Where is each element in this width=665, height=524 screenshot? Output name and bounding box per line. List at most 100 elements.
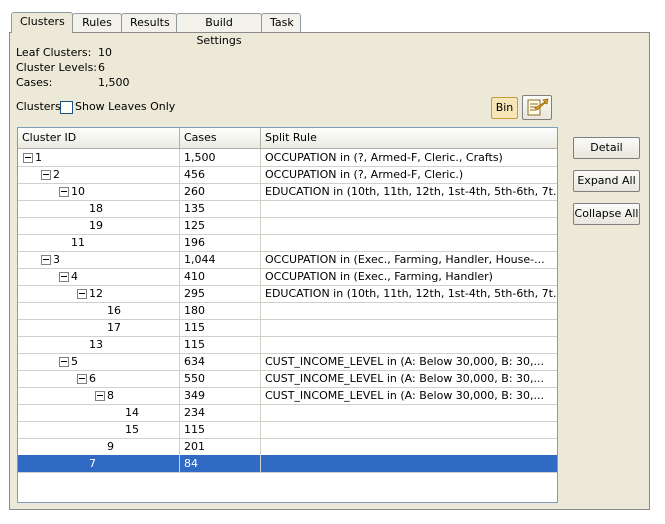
split-rule-cell bbox=[261, 421, 557, 438]
cases-cell: 125 bbox=[180, 217, 261, 234]
cluster-id: 4 bbox=[71, 270, 78, 283]
cases-cell: 260 bbox=[180, 183, 261, 200]
split-rule-cell: CUST_INCOME_LEVEL in (A: Below 30,000, B… bbox=[265, 389, 545, 402]
cluster-id: 15 bbox=[125, 423, 139, 436]
cluster-id-cell: 8 bbox=[18, 387, 180, 404]
cases-cell: 349 bbox=[180, 387, 261, 404]
table-row[interactable]: 3 1,044 OCCUPATION in (Exec., Farming, Han… bbox=[18, 251, 557, 269]
split-rule-cell bbox=[261, 302, 557, 319]
split-rule-cell bbox=[261, 319, 557, 336]
cluster-levels-value: 6 bbox=[98, 61, 105, 74]
cases-cell: 234 bbox=[180, 404, 261, 421]
table-row[interactable]: 15 115 bbox=[18, 421, 557, 439]
table-row[interactable]: 12 295 EDUCATION in (10th, 11th, 12th, 1st… bbox=[18, 285, 557, 303]
cluster-id: 18 bbox=[89, 202, 103, 215]
cluster-id: 11 bbox=[71, 236, 85, 249]
leaf-clusters-value: 10 bbox=[98, 46, 112, 59]
cluster-id: 9 bbox=[107, 440, 114, 453]
table-row[interactable]: 18 135 bbox=[18, 200, 557, 218]
collapse-icon[interactable] bbox=[77, 289, 87, 299]
table-row[interactable]: 11 196 bbox=[18, 234, 557, 252]
cluster-id: 1 bbox=[35, 151, 42, 164]
split-rule-cell: OCCUPATION in (Exec., Farming, Handler) bbox=[265, 270, 493, 283]
cases-cell: 135 bbox=[180, 200, 261, 217]
column-header-split-rule[interactable]: Split Rule bbox=[261, 128, 557, 148]
cluster-id-cell: 2 bbox=[18, 166, 180, 183]
cluster-id: 19 bbox=[89, 219, 103, 232]
cluster-id: 5 bbox=[71, 355, 78, 368]
cluster-id: 6 bbox=[89, 372, 96, 385]
expand-all-button[interactable]: Expand All bbox=[573, 170, 640, 192]
table-row[interactable]: 4 410 OCCUPATION in (Exec., Farming, Handl… bbox=[18, 268, 557, 286]
leaf-clusters-label: Leaf Clusters: bbox=[16, 46, 92, 59]
cluster-id: 13 bbox=[89, 338, 103, 351]
export-icon bbox=[527, 98, 549, 116]
tab-results[interactable]: Results bbox=[121, 13, 177, 32]
cluster-id: 2 bbox=[53, 168, 60, 181]
cluster-id: 8 bbox=[107, 389, 114, 402]
split-rule-cell: EDUCATION in (10th, 11th, 12th, 1st-4th,… bbox=[265, 287, 557, 300]
collapse-icon[interactable] bbox=[59, 187, 69, 197]
cases-cell: 456 bbox=[180, 166, 261, 183]
tab-clusters[interactable]: Clusters bbox=[11, 12, 73, 33]
collapse-icon[interactable] bbox=[41, 255, 51, 265]
table-row[interactable]: 13 115 bbox=[18, 336, 557, 354]
cluster-tree-grid: Cluster ID Cases Split Rule 1 1,500 OCCUPA… bbox=[17, 127, 558, 503]
cases-cell: 115 bbox=[180, 421, 261, 438]
cases-cell: 1,044 bbox=[180, 251, 261, 268]
split-rule-cell: OCCUPATION in (Exec., Farming, Handler, … bbox=[265, 253, 545, 266]
collapse-icon[interactable] bbox=[41, 170, 51, 180]
export-button[interactable] bbox=[522, 95, 552, 120]
table-row[interactable]: 7 84 bbox=[18, 455, 557, 473]
cluster-id: 7 bbox=[89, 457, 96, 470]
collapse-icon[interactable] bbox=[95, 391, 105, 401]
cluster-id-cell: 1 bbox=[18, 149, 180, 166]
collapse-all-button[interactable]: Collapse All bbox=[573, 203, 640, 225]
cluster-id-cell: 17 bbox=[18, 319, 180, 336]
cluster-id-cell: 9 bbox=[18, 438, 180, 455]
cluster-id-cell: 5 bbox=[18, 353, 180, 370]
split-rule-cell: CUST_INCOME_LEVEL in (A: Below 30,000, B… bbox=[265, 355, 545, 368]
split-rule-cell bbox=[261, 404, 557, 421]
table-row[interactable]: 1 1,500 OCCUPATION in (?, Armed-F, Cleric.… bbox=[18, 149, 557, 167]
table-row[interactable]: 10 260 EDUCATION in (10th, 11th, 12th, 1st… bbox=[18, 183, 557, 201]
table-row[interactable]: 2 456 OCCUPATION in (?, Armed-F, Cleric.) bbox=[18, 166, 557, 184]
tab-task[interactable]: Task bbox=[261, 13, 301, 32]
split-rule-cell bbox=[261, 336, 557, 353]
cluster-id: 17 bbox=[107, 321, 121, 334]
column-header-cluster-id[interactable]: Cluster ID bbox=[18, 128, 180, 148]
show-leaves-checkbox[interactable] bbox=[60, 101, 73, 114]
cluster-id-cell: 11 bbox=[18, 234, 180, 251]
collapse-icon[interactable] bbox=[59, 272, 69, 282]
cases-cell: 180 bbox=[180, 302, 261, 319]
cluster-id: 16 bbox=[107, 304, 121, 317]
show-leaves-label[interactable]: Show Leaves Only bbox=[75, 100, 175, 113]
table-row[interactable]: 17 115 bbox=[18, 319, 557, 337]
cluster-id-cell: 10 bbox=[18, 183, 180, 200]
table-row[interactable]: 9 201 bbox=[18, 438, 557, 456]
grid-header: Cluster ID Cases Split Rule bbox=[18, 128, 557, 149]
split-rule-cell bbox=[261, 200, 557, 217]
cluster-id-cell: 6 bbox=[18, 370, 180, 387]
cases-label: Cases: bbox=[16, 76, 53, 89]
column-header-cases[interactable]: Cases bbox=[180, 128, 261, 148]
table-row[interactable]: 5 634 CUST_INCOME_LEVEL in (A: Below 30,00… bbox=[18, 353, 557, 371]
cluster-id: 12 bbox=[89, 287, 103, 300]
tab-build-settings[interactable]: Build Settings bbox=[176, 13, 262, 47]
cluster-id: 10 bbox=[71, 185, 85, 198]
cluster-id: 14 bbox=[125, 406, 139, 419]
clusters-label: Clusters: bbox=[16, 100, 65, 113]
detail-button[interactable]: Detail bbox=[573, 137, 640, 159]
collapse-icon[interactable] bbox=[59, 357, 69, 367]
cases-cell: 550 bbox=[180, 370, 261, 387]
table-row[interactable]: 16 180 bbox=[18, 302, 557, 320]
collapse-icon[interactable] bbox=[77, 374, 87, 384]
split-rule-cell bbox=[261, 438, 557, 455]
table-row[interactable]: 6 550 CUST_INCOME_LEVEL in (A: Below 30,00… bbox=[18, 370, 557, 388]
tab-rules[interactable]: Rules bbox=[72, 13, 122, 32]
bin-button[interactable]: Bin bbox=[491, 97, 518, 119]
table-row[interactable]: 19 125 bbox=[18, 217, 557, 235]
table-row[interactable]: 14 234 bbox=[18, 404, 557, 422]
collapse-icon[interactable] bbox=[23, 153, 33, 163]
table-row[interactable]: 8 349 CUST_INCOME_LEVEL in (A: Below 30,00… bbox=[18, 387, 557, 405]
